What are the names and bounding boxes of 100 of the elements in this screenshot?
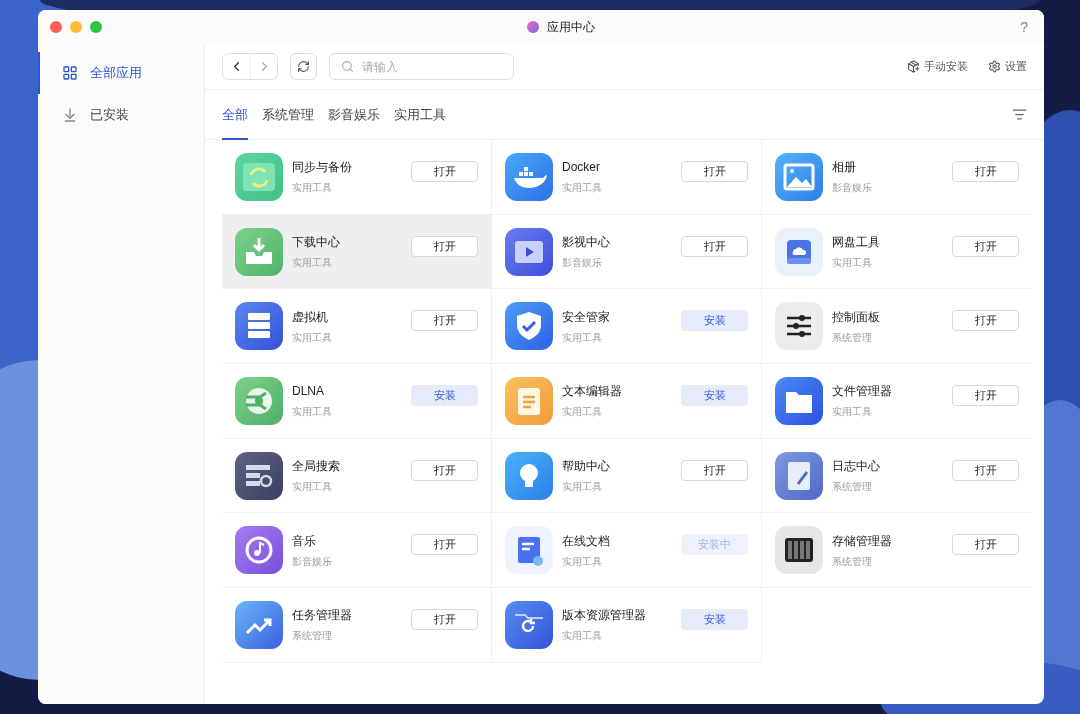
app-category: 实用工具	[562, 330, 603, 345]
app-action-button[interactable]: 安装	[681, 310, 748, 332]
app-action-button[interactable]: 打开	[952, 385, 1019, 407]
app-name: 音乐	[292, 532, 317, 550]
image-icon	[775, 152, 823, 201]
storage-bays-icon	[775, 526, 823, 575]
folder-restore-icon	[505, 600, 553, 649]
app-category: 实用工具	[292, 405, 333, 420]
app-action-button[interactable]: 打开	[411, 459, 478, 481]
window-title: 应用中心	[547, 19, 596, 36]
app-name: 文本编辑器	[562, 383, 623, 401]
app-name: 在线文档	[562, 532, 611, 550]
search-field[interactable]: 请输入	[329, 53, 514, 80]
manual-install-button[interactable]: 手动安装	[907, 58, 968, 75]
app-category: 系统管理	[832, 330, 873, 345]
app-card[interactable]: 任务管理器 系统管理 打开	[222, 588, 492, 663]
cloud-drive-icon	[775, 227, 823, 276]
app-name: 下载中心	[292, 234, 341, 252]
sync-folder-icon	[235, 152, 283, 201]
refresh-icon	[297, 60, 310, 73]
music-note-icon	[235, 526, 283, 575]
sort-icon[interactable]	[1012, 107, 1027, 122]
app-category: 实用工具	[562, 405, 603, 420]
help-button[interactable]: ?	[1020, 16, 1032, 38]
app-action-button[interactable]: 安装	[681, 385, 748, 407]
shield-check-icon	[505, 302, 553, 351]
app-action-button[interactable]: 安装	[681, 609, 748, 631]
app-action-button[interactable]: 打开	[411, 310, 478, 332]
folder-icon	[775, 376, 823, 425]
app-name: 同步与备份	[292, 159, 353, 177]
app-card[interactable]: 音乐 影音娱乐 打开	[222, 513, 492, 589]
maximize-window-icon[interactable]	[90, 21, 102, 33]
app-action-button[interactable]: 打开	[411, 235, 478, 257]
app-action-button[interactable]: 打开	[952, 310, 1019, 332]
search-list-icon	[235, 451, 283, 500]
app-card[interactable]: 文本编辑器 实用工具 安装	[492, 364, 762, 439]
document-cloud-icon	[505, 526, 553, 575]
network-node-icon	[235, 376, 283, 425]
settings-button[interactable]: 设置	[988, 58, 1027, 75]
app-action-button[interactable]: 打开	[681, 161, 748, 182]
category-tab[interactable]: 系统管理	[262, 89, 314, 140]
sliders-icon	[775, 302, 823, 351]
download-tray-icon	[235, 227, 283, 276]
clipboard-icon	[505, 376, 553, 425]
app-category: 系统管理	[832, 554, 873, 569]
sidebar-item[interactable]: 已安装	[38, 94, 204, 136]
server-icon	[235, 302, 283, 351]
app-action-button[interactable]: 打开	[952, 161, 1019, 182]
notebook-pen-icon	[775, 451, 823, 500]
app-card[interactable]: 安全管家 实用工具 安装	[492, 289, 762, 365]
app-card[interactable]: 虚拟机 实用工具 打开	[222, 289, 492, 365]
app-card[interactable]: 同步与备份 实用工具 打开	[222, 140, 492, 215]
lightbulb-icon	[505, 451, 553, 500]
app-name: DLNA	[292, 383, 325, 401]
app-category: 实用工具	[292, 181, 333, 196]
app-card[interactable]: 影视中心 影音娱乐 打开	[492, 214, 762, 290]
app-category: 实用工具	[832, 405, 873, 420]
minimize-window-icon[interactable]	[70, 21, 82, 33]
app-action-button[interactable]: 打开	[952, 235, 1019, 257]
app-name: 控制面板	[832, 308, 881, 326]
app-category: 实用工具	[562, 554, 603, 569]
app-name: 安全管家	[562, 308, 611, 326]
app-card[interactable]: DLNA 实用工具 安装	[222, 364, 492, 439]
package-icon	[907, 60, 920, 73]
app-action-button[interactable]: 打开	[411, 161, 478, 182]
app-action-button[interactable]: 安装	[411, 385, 478, 407]
app-card[interactable]: 下载中心 实用工具 打开	[222, 214, 492, 290]
sidebar-item[interactable]: 全部应用	[38, 52, 204, 94]
app-card[interactable]: Docker 实用工具 打开	[492, 140, 762, 215]
app-name: 帮助中心	[562, 458, 611, 476]
app-card[interactable]: 全局搜索 实用工具 打开	[222, 438, 492, 514]
gear-icon	[988, 60, 1001, 73]
app-action-button[interactable]: 打开	[411, 609, 478, 631]
app-category: 系统管理	[832, 480, 873, 495]
film-play-icon	[505, 227, 553, 276]
app-name: Docker	[562, 159, 601, 177]
app-category: 影音娱乐	[562, 256, 603, 271]
app-category: 实用工具	[562, 181, 603, 196]
app-name: 全局搜索	[292, 458, 341, 476]
grid-icon	[62, 65, 78, 81]
app-name: 任务管理器	[292, 607, 353, 625]
app-action-button[interactable]: 打开	[952, 534, 1019, 556]
app-category: 影音娱乐	[832, 181, 873, 196]
app-action-button[interactable]: 打开	[952, 459, 1019, 481]
download-icon	[62, 107, 78, 123]
app-category: 实用工具	[832, 256, 873, 271]
category-tab[interactable]: 影音娱乐	[328, 89, 380, 140]
app-card[interactable]: 版本资源管理器 实用工具 安装	[492, 588, 762, 663]
close-window-icon[interactable]	[50, 21, 62, 33]
trend-chart-icon	[235, 600, 283, 649]
app-category: 影音娱乐	[292, 554, 333, 569]
app-card[interactable]: 在线文档 实用工具 安装中	[492, 513, 762, 589]
whale-icon	[505, 152, 553, 201]
app-name: 网盘工具	[832, 234, 881, 252]
app-action-button[interactable]: 打开	[411, 534, 478, 556]
category-tab[interactable]: 实用工具	[394, 89, 446, 140]
app-card[interactable]: 帮助中心 实用工具 打开	[492, 438, 762, 514]
app-action-button[interactable]: 打开	[681, 235, 748, 257]
refresh-button[interactable]	[290, 53, 317, 80]
app-action-button[interactable]: 打开	[681, 459, 748, 481]
